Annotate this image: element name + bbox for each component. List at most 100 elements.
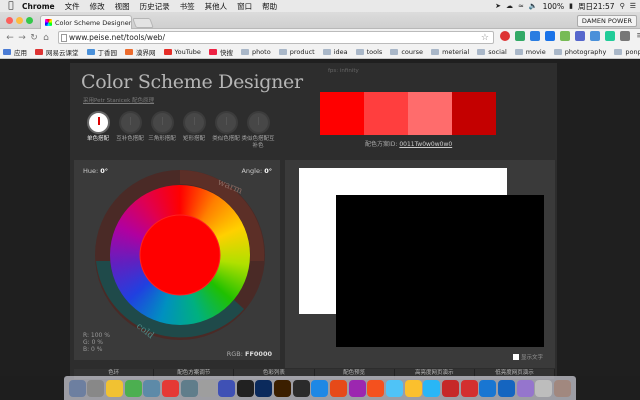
- bookmark-item[interactable]: 应用: [3, 47, 27, 57]
- volume-icon[interactable]: 🔈: [529, 2, 538, 10]
- scheme-mono-button[interactable]: 单色搭配: [81, 111, 115, 143]
- forward-arrow-icon[interactable]: →: [16, 33, 28, 43]
- wifi-icon[interactable]: ≈: [518, 2, 524, 10]
- menu-people[interactable]: 其他人: [205, 1, 228, 12]
- rgb-hex-value[interactable]: FF0000: [245, 350, 272, 358]
- location-icon[interactable]: ➤: [495, 2, 501, 10]
- chrome-menu-icon[interactable]: ≡: [635, 31, 640, 41]
- scheme-tetrad-button[interactable]: 矩形搭配: [177, 111, 211, 143]
- extension-icon[interactable]: [545, 31, 555, 41]
- bookmark-item[interactable]: 丁香园: [86, 47, 117, 57]
- menu-help[interactable]: 帮助: [262, 1, 277, 12]
- bookmark-folder[interactable]: product: [278, 48, 315, 56]
- apple-icon[interactable]: : [0, 1, 22, 11]
- dock-app-icon[interactable]: [292, 379, 310, 397]
- battery-icon[interactable]: ▮: [569, 2, 573, 10]
- address-bar[interactable]: www.peise.net/tools/web/ ☆: [58, 31, 494, 44]
- extension-icon[interactable]: [515, 31, 525, 41]
- menu-edit[interactable]: 修改: [90, 1, 105, 12]
- swatch-dark[interactable]: [452, 92, 496, 135]
- bookmark-folder[interactable]: meterial: [431, 48, 469, 56]
- dock-app-icon[interactable]: [348, 379, 366, 397]
- menu-view[interactable]: 视图: [115, 1, 130, 12]
- dock-app-icon[interactable]: [479, 379, 497, 397]
- extension-icon[interactable]: [605, 31, 615, 41]
- dock-app-icon[interactable]: [236, 379, 254, 397]
- swatch-light[interactable]: [364, 92, 408, 135]
- bookmark-folder[interactable]: tools: [355, 48, 382, 56]
- scheme-triad-button[interactable]: 三角形搭配: [145, 111, 179, 143]
- dock-app-icon[interactable]: [553, 379, 571, 397]
- show-text-checkbox[interactable]: [513, 354, 519, 360]
- scheme-accented-analogic-button[interactable]: 类似色搭配互补色: [241, 111, 275, 150]
- bookmark-item[interactable]: 网易云课堂: [35, 47, 79, 57]
- scheme-complement-button[interactable]: 互补色搭配: [113, 111, 147, 143]
- extension-icon[interactable]: [590, 31, 600, 41]
- bookmark-item[interactable]: 漠界网: [125, 47, 156, 57]
- bookmark-folder[interactable]: course: [390, 48, 423, 56]
- dock-app-icon[interactable]: [106, 379, 124, 397]
- dock-app-icon[interactable]: [404, 379, 422, 397]
- dock-app-icon[interactable]: [311, 379, 329, 397]
- credit-link[interactable]: 采用Petr Stanicek 配色原理: [83, 96, 154, 104]
- extension-icon[interactable]: [575, 31, 585, 41]
- scheme-id-link[interactable]: 0011Tw0w0w0w0: [399, 141, 452, 148]
- menu-window[interactable]: 窗口: [237, 1, 252, 12]
- dock-app-icon[interactable]: [68, 379, 86, 397]
- notification-icon[interactable]: ☰: [630, 2, 636, 10]
- window-minimize-button[interactable]: [16, 17, 23, 24]
- dock-app-icon[interactable]: [535, 379, 553, 397]
- dock-app-icon[interactable]: [162, 379, 180, 397]
- dock-app-icon[interactable]: [87, 379, 105, 397]
- extension-icon[interactable]: [530, 31, 540, 41]
- swatch-lighter[interactable]: [408, 92, 452, 135]
- extension-icon[interactable]: [560, 31, 570, 41]
- dock-app-icon[interactable]: [423, 379, 441, 397]
- menu-file[interactable]: 文件: [65, 1, 80, 12]
- pinterest-icon[interactable]: [500, 31, 510, 41]
- bookmark-folder[interactable]: ponpare: [614, 48, 640, 56]
- reload-icon[interactable]: ↻: [28, 33, 40, 43]
- bookmark-star-icon[interactable]: ☆: [481, 33, 489, 43]
- dock-app-icon[interactable]: [255, 379, 273, 397]
- menu-app-name[interactable]: Chrome: [22, 2, 55, 11]
- dock-app-icon[interactable]: [330, 379, 348, 397]
- window-maximize-button[interactable]: [26, 17, 33, 24]
- dock-app-icon[interactable]: [199, 379, 217, 397]
- menubar-clock[interactable]: 周日21:57: [578, 1, 615, 12]
- dock-app-icon[interactable]: [218, 379, 236, 397]
- bookmark-folder[interactable]: social: [477, 48, 507, 56]
- bookmark-item[interactable]: YouTube: [163, 48, 201, 56]
- dock-app-icon[interactable]: [143, 379, 161, 397]
- bookmark-folder[interactable]: photo: [240, 48, 271, 56]
- selected-hue-center[interactable]: [139, 214, 221, 296]
- show-text-toggle[interactable]: 显示文字: [513, 353, 543, 361]
- dock-app-icon[interactable]: [180, 379, 198, 397]
- window-close-button[interactable]: [6, 17, 13, 24]
- menu-history[interactable]: 历史记录: [140, 1, 170, 12]
- bookmark-folder[interactable]: movie: [514, 48, 546, 56]
- bookmark-item[interactable]: 快搜: [208, 47, 233, 57]
- dock-app-icon[interactable]: [385, 379, 403, 397]
- home-icon[interactable]: ⌂: [40, 33, 52, 43]
- dock-app-icon[interactable]: [124, 379, 142, 397]
- bookmark-folder[interactable]: idea: [322, 48, 348, 56]
- profile-button[interactable]: DAMEN POWER: [576, 15, 637, 27]
- dock-app-icon[interactable]: [274, 379, 292, 397]
- search-icon[interactable]: ⚲: [620, 2, 625, 10]
- scheme-analogic-button[interactable]: 类似色搭配: [209, 111, 243, 143]
- back-arrow-icon[interactable]: ←: [4, 33, 16, 43]
- menu-bookmarks[interactable]: 书签: [180, 1, 195, 12]
- dock-app-icon[interactable]: [460, 379, 478, 397]
- swatch-primary[interactable]: [320, 92, 364, 135]
- color-wheel[interactable]: warm cold: [94, 169, 266, 341]
- dock-app-icon[interactable]: [441, 379, 459, 397]
- browser-tab[interactable]: Color Scheme Designer 3... ✕: [40, 15, 132, 29]
- cloud-icon[interactable]: ☁: [506, 2, 513, 10]
- dock-app-icon[interactable]: [367, 379, 385, 397]
- new-tab-button[interactable]: [132, 18, 154, 28]
- dock-app-icon[interactable]: [497, 379, 515, 397]
- bookmark-folder[interactable]: photography: [553, 48, 606, 56]
- extension-icon[interactable]: [620, 31, 630, 41]
- dock-app-icon[interactable]: [516, 379, 534, 397]
